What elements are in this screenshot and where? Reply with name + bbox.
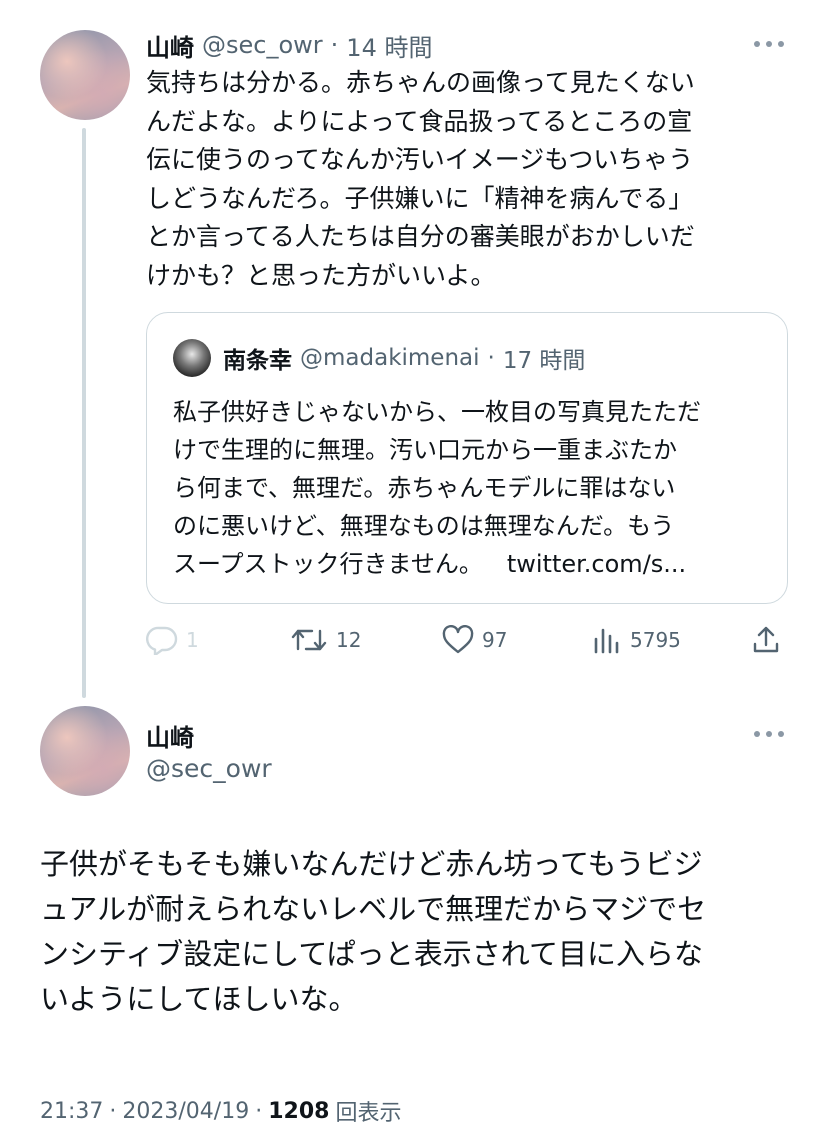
separator: · xyxy=(330,31,339,59)
tweet-meta: 21:37 · 2023/04/19 · 1208 回表示 xyxy=(40,1094,401,1128)
thread-connector xyxy=(82,128,86,698)
author-handle[interactable]: @sec_owr xyxy=(202,31,323,59)
tweet-thread: 山崎 @sec_owr · 14 時間 気持ちは分かる。赤ちゃんの画像って見たく… xyxy=(0,0,828,1132)
reply-icon xyxy=(146,625,178,655)
separator: · xyxy=(109,1098,117,1124)
like-count: 97 xyxy=(482,628,508,652)
retweet-icon xyxy=(290,625,328,655)
quoted-link[interactable]: twitter.com/s... xyxy=(507,550,686,578)
author-name[interactable]: 山崎 xyxy=(146,718,194,753)
views-label: 回表示 xyxy=(335,1101,402,1126)
quoted-author-handle: @madakimenai xyxy=(300,345,480,371)
author-name[interactable]: 山崎 xyxy=(146,28,194,63)
views-count: 1208 xyxy=(268,1098,330,1124)
tweet-time[interactable]: 21:37 xyxy=(40,1099,103,1124)
quoted-author-name: 南条幸 xyxy=(223,348,292,374)
quoted-tweet-text: 私子供好きじゃないから、一枚目の写真見たただ けで生理的に無理。汚い口元から一重… xyxy=(173,393,763,583)
share-icon xyxy=(750,624,782,656)
reply-tweet-header: 山崎 @sec_owr · 14 時間 xyxy=(146,28,432,62)
more-icon[interactable] xyxy=(754,40,784,48)
reply-button[interactable]: 1 xyxy=(146,620,199,660)
quoted-tweet-time: 17 時間 xyxy=(502,348,586,374)
share-button[interactable] xyxy=(750,620,782,660)
heart-icon xyxy=(442,625,474,655)
views-count: 5795 xyxy=(630,628,681,652)
reply-count: 1 xyxy=(186,628,199,652)
tweet-time[interactable]: 14 時間 xyxy=(346,28,432,63)
quoted-tweet-header: 南条幸 @madakimenai · 17 時間 xyxy=(223,339,585,377)
main-tweet-text: 子供がそもそも嫌いなんだけど赤ん坊ってもうビジ ュアルが耐えられないレベルで無理… xyxy=(40,847,707,1016)
action-bar: 1 12 97 5795 xyxy=(146,620,786,660)
quoted-tweet[interactable]: 南条幸 @madakimenai · 17 時間 私子供好きじゃないから、一枚目… xyxy=(146,312,788,604)
retweet-count: 12 xyxy=(336,628,362,652)
separator: · xyxy=(487,345,495,371)
tweet-date[interactable]: 2023/04/19 xyxy=(122,1099,249,1124)
views-icon xyxy=(592,625,622,655)
more-icon[interactable] xyxy=(754,730,784,738)
reply-tweet-text: 気持ちは分かる。赤ちゃんの画像って見たくない んだよな。よりによって食品扱ってる… xyxy=(146,68,695,290)
separator: · xyxy=(255,1098,263,1124)
avatar[interactable] xyxy=(40,30,130,120)
like-button[interactable]: 97 xyxy=(442,620,507,660)
retweet-button[interactable]: 12 xyxy=(290,620,361,660)
avatar[interactable] xyxy=(40,706,130,796)
quoted-avatar xyxy=(173,339,211,377)
author-handle[interactable]: @sec_owr xyxy=(146,754,272,783)
views-button[interactable]: 5795 xyxy=(592,620,681,660)
